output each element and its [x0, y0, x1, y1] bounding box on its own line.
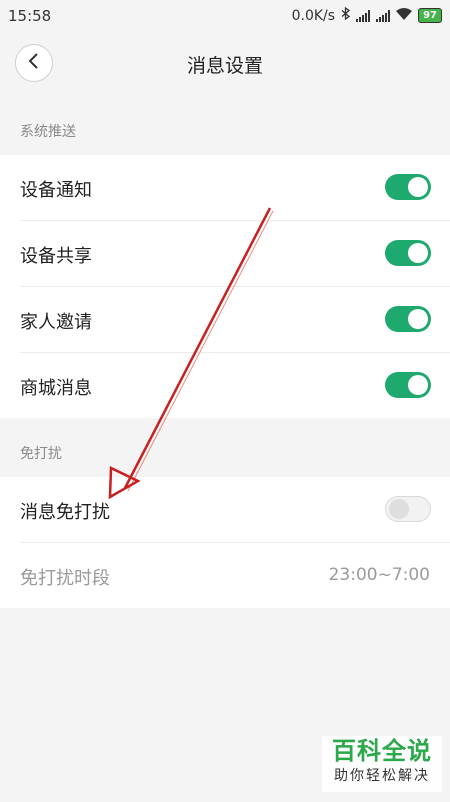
setting-label: 免打扰时段	[20, 568, 110, 589]
dnd-period-value: 23:00~7:00	[328, 565, 430, 585]
dnd-card: 消息免打扰 免打扰时段 23:00~7:00	[0, 477, 450, 608]
toggle-knob	[389, 499, 409, 519]
bluetooth-icon	[341, 6, 351, 24]
setting-label: 商城消息	[20, 378, 92, 399]
watermark-title: 百科全说	[332, 737, 432, 765]
status-icons: 0.0K/s 97	[291, 6, 442, 24]
wifi-icon	[396, 7, 413, 24]
setting-row-device-share: 设备共享	[20, 221, 450, 287]
watermark-logo: 百科全说 助你轻松解决	[322, 736, 442, 792]
network-speed: 0.0K/s	[291, 7, 336, 24]
setting-label: 设备通知	[20, 180, 92, 201]
status-time: 15:58	[8, 7, 52, 25]
setting-row-dnd-period[interactable]: 免打扰时段 23:00~7:00	[20, 543, 450, 608]
setting-row-dnd: 消息免打扰	[20, 477, 450, 543]
setting-row-family-invite: 家人邀请	[20, 287, 450, 353]
toggle-knob	[408, 309, 428, 329]
toggle-knob	[408, 375, 428, 395]
dnd-toggle[interactable]	[385, 496, 431, 522]
setting-label: 家人邀请	[20, 312, 92, 333]
setting-label: 消息免打扰	[20, 502, 110, 523]
header: 消息设置	[0, 32, 450, 94]
section-label-dnd: 免打扰	[20, 446, 62, 462]
mall-message-toggle[interactable]	[385, 372, 431, 398]
family-invite-toggle[interactable]	[385, 306, 431, 332]
page-title: 消息设置	[186, 55, 263, 77]
device-notify-toggle[interactable]	[385, 174, 431, 200]
section-label-system-push: 系统推送	[20, 124, 76, 140]
toggle-knob	[408, 177, 428, 197]
setting-row-device-notify: 设备通知	[20, 155, 450, 221]
system-push-card: 设备通知 设备共享 家人邀请 商城消息	[0, 155, 450, 418]
status-bar: 15:58 0.0K/s 97	[0, 0, 450, 32]
device-share-toggle[interactable]	[385, 240, 431, 266]
watermark-subtitle: 助你轻松解决	[334, 768, 430, 784]
battery-icon: 97	[418, 8, 442, 23]
signal-icon	[356, 9, 371, 22]
toggle-knob	[408, 243, 428, 263]
signal-icon	[376, 9, 391, 22]
setting-label: 设备共享	[20, 246, 92, 267]
setting-row-mall-message: 商城消息	[20, 353, 450, 418]
